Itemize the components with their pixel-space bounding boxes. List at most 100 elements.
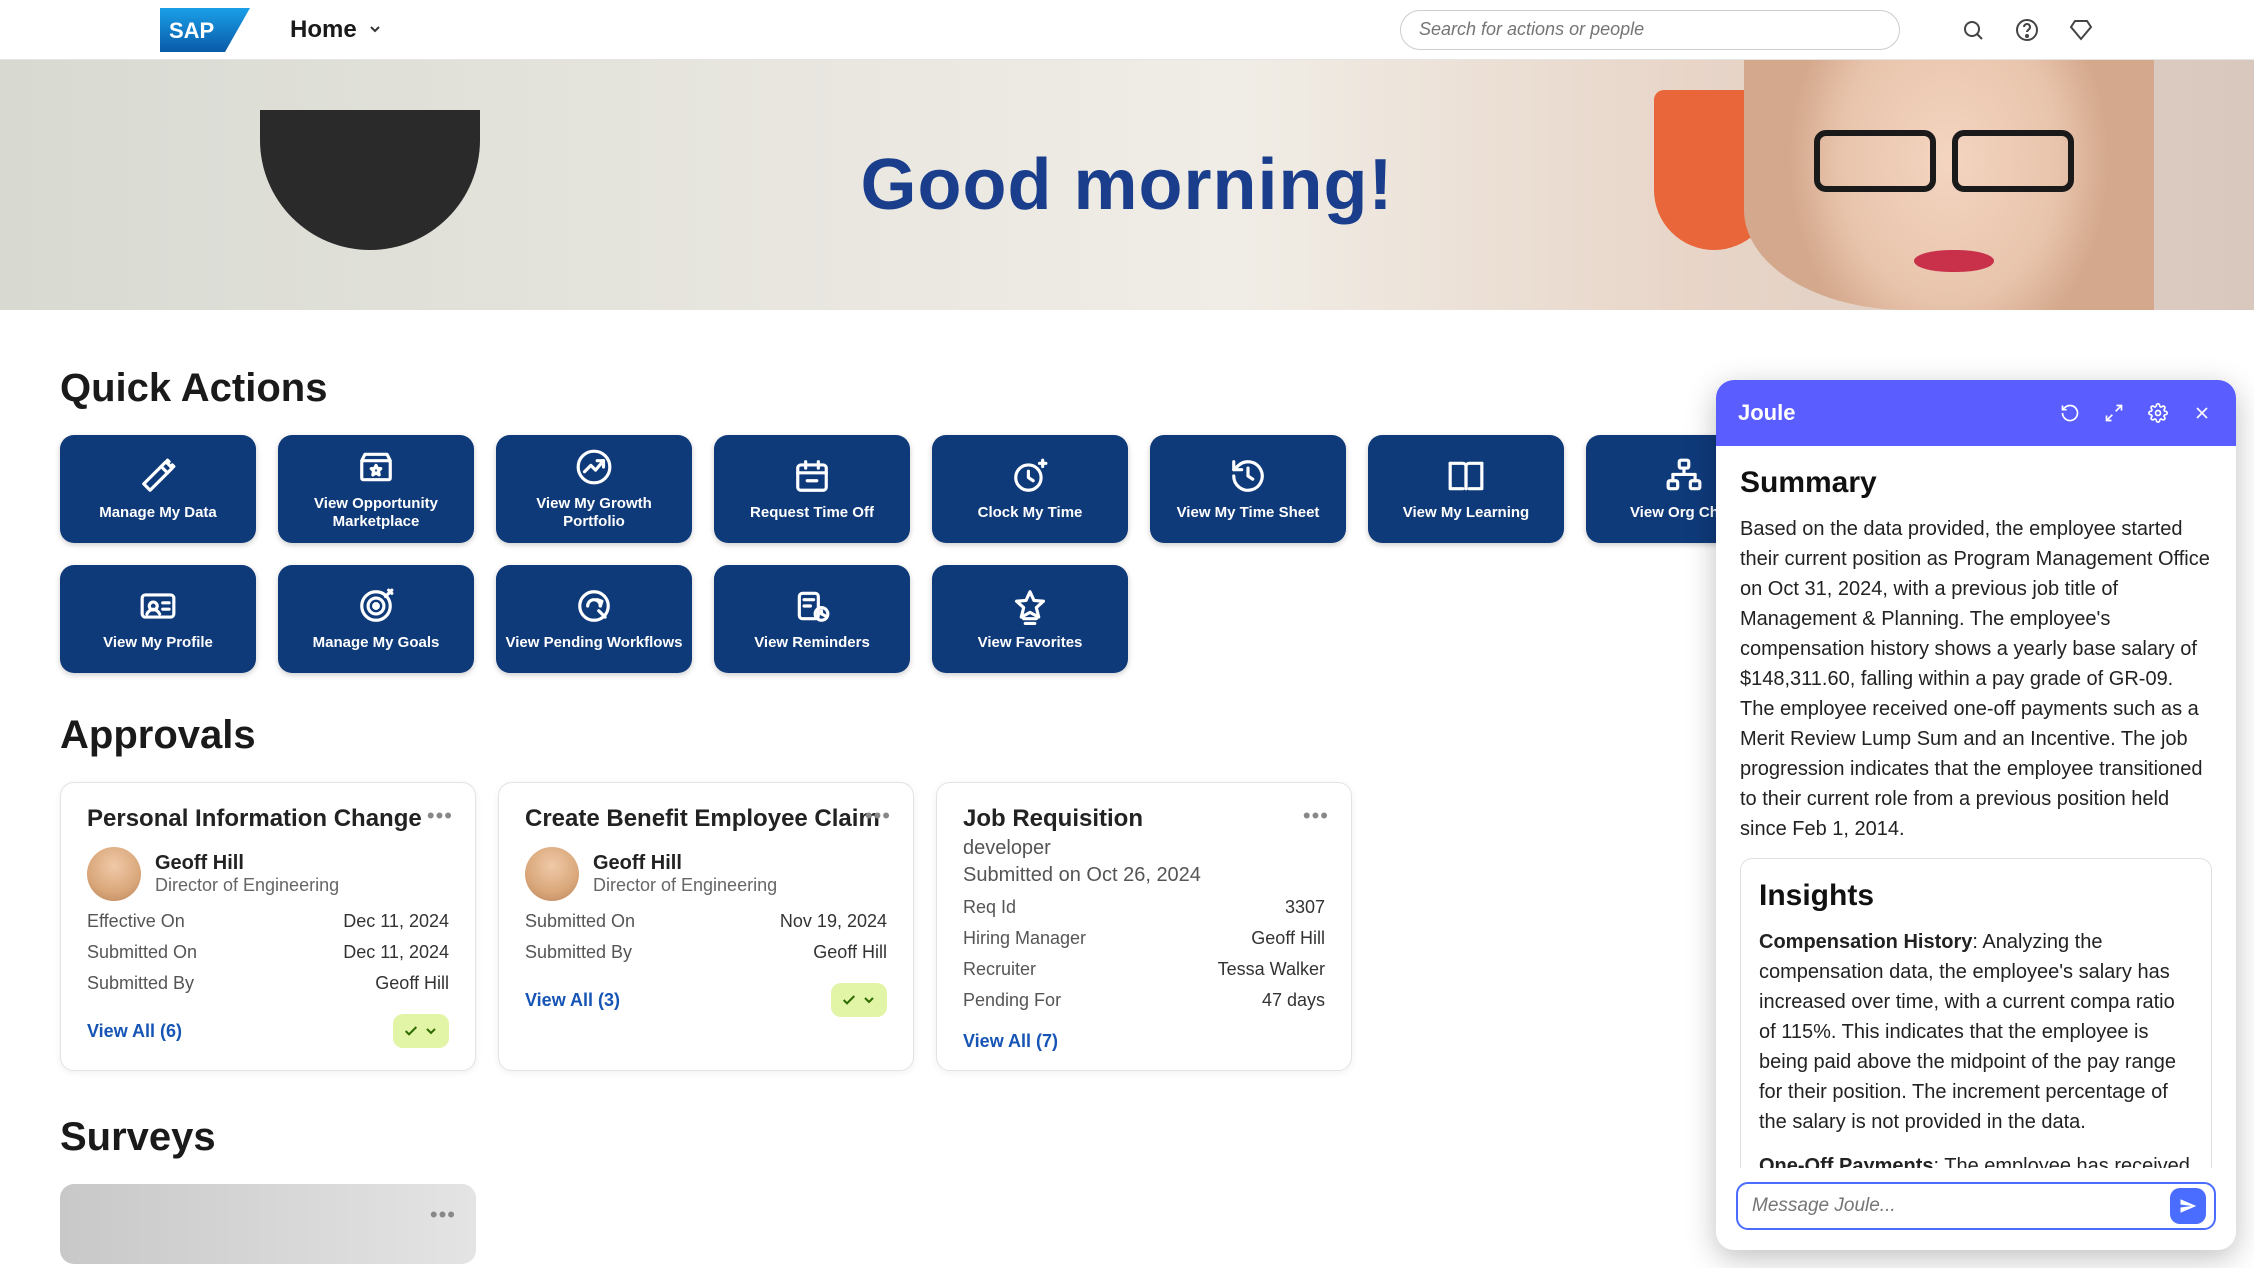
insights-heading: Insights	[1759, 879, 2193, 913]
kv-value: Geoff Hill	[813, 942, 887, 963]
refresh-icon[interactable]	[2058, 401, 2082, 425]
reminder-icon	[792, 586, 832, 626]
quick-action-view-my-time-sheet[interactable]: View My Time Sheet	[1150, 435, 1346, 543]
view-all-link[interactable]: View All (7)	[963, 1031, 1058, 1052]
survey-more-button[interactable]: •••	[430, 1202, 456, 1228]
joule-panel: Joule Summary Based on the data provided…	[1716, 380, 2236, 1250]
kv-key: Pending For	[963, 990, 1061, 1011]
insights-box: Insights Compensation History: Analyzing…	[1740, 858, 2212, 1168]
calendar-icon	[792, 456, 832, 496]
gear-icon[interactable]	[2146, 401, 2170, 425]
quick-action-view-growth-portfolio[interactable]: View My Growth Portfolio	[496, 435, 692, 543]
joule-input-row	[1716, 1168, 2236, 1250]
card-title: Personal Information Change	[87, 805, 449, 833]
card-more-button[interactable]: •••	[865, 803, 891, 829]
kv-value: Geoff Hill	[375, 973, 449, 994]
card-more-button[interactable]: •••	[427, 803, 453, 829]
target-icon	[356, 586, 396, 626]
home-nav[interactable]: Home	[290, 16, 383, 44]
kv-row: Recruiter Tessa Walker	[963, 959, 1325, 980]
card-more-button[interactable]: •••	[1303, 803, 1329, 829]
search-icon[interactable]	[1960, 17, 1986, 43]
star-icon	[1010, 586, 1050, 626]
card-footer: View All (3)	[525, 983, 887, 1017]
quick-action-label: Manage My Data	[91, 504, 225, 522]
kv-key: Recruiter	[963, 959, 1036, 980]
quick-action-view-my-learning[interactable]: View My Learning	[1368, 435, 1564, 543]
kv-key: Submitted On	[87, 942, 197, 963]
growth-circle-icon	[574, 447, 614, 487]
joule-input[interactable]	[1736, 1182, 2216, 1230]
decor-lips	[1914, 250, 1994, 272]
decor-glasses	[1814, 130, 2074, 190]
card-submitted-line: Submitted on Oct 26, 2024	[963, 864, 1325, 887]
chevron-down-icon	[367, 16, 383, 44]
kv-row: Submitted On Nov 19, 2024	[525, 911, 887, 932]
hero-banner: Good morning!	[0, 60, 2254, 310]
quick-action-view-pending-workflows[interactable]: View Pending Workflows	[496, 565, 692, 673]
global-search[interactable]	[1400, 10, 1900, 50]
survey-card[interactable]: •••	[60, 1184, 476, 1264]
person-role: Director of Engineering	[155, 875, 339, 896]
view-all-link[interactable]: View All (3)	[525, 990, 620, 1011]
id-card-icon	[138, 586, 178, 626]
diamond-icon[interactable]	[2068, 17, 2094, 43]
approve-button[interactable]	[831, 983, 887, 1017]
kv-value: 3307	[1285, 897, 1325, 918]
approval-card: Personal Information Change••• Geoff Hill…	[60, 782, 476, 1071]
person-row: Geoff HillDirector of Engineering	[87, 847, 449, 901]
history-icon	[1228, 456, 1268, 496]
quick-action-clock-my-time[interactable]: Clock My Time	[932, 435, 1128, 543]
person-row: Geoff HillDirector of Engineering	[525, 847, 887, 901]
kv-value: Dec 11, 2024	[343, 942, 449, 963]
kv-value: Geoff Hill	[1251, 928, 1325, 949]
quick-action-view-reminders[interactable]: View Reminders	[714, 565, 910, 673]
workflow-icon	[574, 586, 614, 626]
quick-action-request-time-off[interactable]: Request Time Off	[714, 435, 910, 543]
card-title: Create Benefit Employee Claim	[525, 805, 887, 833]
help-icon[interactable]	[2014, 17, 2040, 43]
joule-body: Summary Based on the data provided, the …	[1716, 446, 2236, 1168]
quick-action-manage-my-goals[interactable]: Manage My Goals	[278, 565, 474, 673]
market-star-icon	[356, 447, 396, 487]
close-icon[interactable]	[2190, 401, 2214, 425]
quick-action-label: Request Time Off	[742, 504, 882, 522]
send-button[interactable]	[2170, 1188, 2206, 1224]
kv-value: 47 days	[1262, 990, 1325, 1011]
card-subline: developer	[963, 837, 1325, 860]
kv-value: Dec 11, 2024	[343, 911, 449, 932]
kv-value: Tessa Walker	[1218, 959, 1325, 980]
quick-action-manage-my-data[interactable]: Manage My Data	[60, 435, 256, 543]
quick-action-label: Manage My Goals	[305, 634, 448, 652]
svg-text:SAP: SAP	[169, 18, 214, 43]
org-chart-icon	[1664, 456, 1704, 496]
quick-action-view-my-profile[interactable]: View My Profile	[60, 565, 256, 673]
kv-row: Submitted By Geoff Hill	[525, 942, 887, 963]
kv-row: Submitted On Dec 11, 2024	[87, 942, 449, 963]
person-role: Director of Engineering	[593, 875, 777, 896]
person-name: Geoff Hill	[593, 852, 777, 875]
quick-action-label: View My Learning	[1395, 504, 1537, 522]
home-nav-label: Home	[290, 16, 357, 44]
kv-key: Submitted By	[525, 942, 632, 963]
joule-title: Joule	[1738, 400, 1795, 426]
search-input[interactable]	[1419, 19, 1881, 40]
view-all-link[interactable]: View All (6)	[87, 1021, 182, 1042]
avatar	[87, 847, 141, 901]
kv-key: Submitted On	[525, 911, 635, 932]
approval-card: Job Requisition•••developerSubmitted on …	[936, 782, 1352, 1071]
expand-icon[interactable]	[2102, 401, 2126, 425]
quick-action-label: View Favorites	[970, 634, 1091, 652]
joule-text-field[interactable]	[1752, 1195, 2170, 1217]
approval-card: Create Benefit Employee Claim••• Geoff Hi…	[498, 782, 914, 1071]
pencil-spark-icon	[138, 456, 178, 496]
quick-action-view-favorites[interactable]: View Favorites	[932, 565, 1128, 673]
card-footer: View All (7)	[963, 1031, 1325, 1052]
kv-row: Hiring ManagerGeoff Hill	[963, 928, 1325, 949]
quick-action-label: View Pending Workflows	[498, 634, 691, 652]
kv-row: Effective On Dec 11, 2024	[87, 911, 449, 932]
kv-value: Nov 19, 2024	[780, 911, 887, 932]
kv-key: Effective On	[87, 911, 185, 932]
quick-action-view-opportunity-mkpl[interactable]: View Opportunity Marketplace	[278, 435, 474, 543]
approve-button[interactable]	[393, 1014, 449, 1048]
